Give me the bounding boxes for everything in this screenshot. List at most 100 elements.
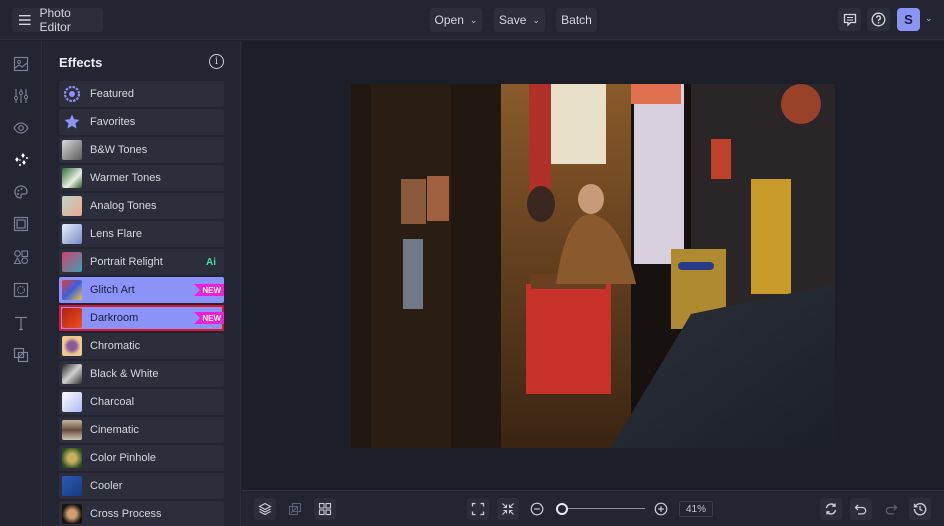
expand-icon xyxy=(471,502,485,516)
effect-item-darkroom[interactable]: Darkroom NEW xyxy=(59,305,224,331)
fit-screen-button[interactable] xyxy=(467,498,489,520)
effect-item-chromatic[interactable]: Chromatic xyxy=(59,333,224,359)
user-avatar[interactable]: S xyxy=(897,8,920,31)
rail-frames-button[interactable] xyxy=(11,214,31,234)
feedback-button[interactable] xyxy=(838,8,861,31)
rail-artsy-button[interactable] xyxy=(11,182,31,202)
frame-icon xyxy=(13,216,29,232)
photo-canvas[interactable] xyxy=(351,84,835,448)
rail-adjust-button[interactable] xyxy=(11,86,31,106)
main-menu-button[interactable]: Photo Editor xyxy=(12,6,103,34)
rail-graphics-button[interactable] xyxy=(11,247,31,267)
effect-label: Black & White xyxy=(90,368,159,380)
effect-item-black-white[interactable]: Black & White xyxy=(59,361,224,387)
panel-title: Effects xyxy=(59,55,103,70)
open-label: Open xyxy=(434,13,464,27)
hamburger-icon xyxy=(18,14,31,26)
effect-item-portrait-relight[interactable]: Portrait Relight Ai xyxy=(59,249,224,275)
palette-icon xyxy=(14,185,28,199)
grid-button[interactable] xyxy=(314,498,336,520)
effect-item-cinematic[interactable]: Cinematic xyxy=(59,417,224,443)
effect-thumbnail xyxy=(62,168,82,188)
effect-item-glitch-art[interactable]: Glitch Art NEW xyxy=(59,277,224,303)
effect-thumbnail xyxy=(62,140,82,160)
chevron-down-icon: ⌄ xyxy=(532,14,540,25)
effect-item-lens-flare[interactable]: Lens Flare xyxy=(59,221,224,247)
reset-button[interactable] xyxy=(820,498,842,520)
effect-item-featured[interactable]: Featured xyxy=(59,81,224,107)
effect-item-b-w-tones[interactable]: B&W Tones xyxy=(59,137,224,163)
overlay-icon xyxy=(13,347,29,363)
rail-image-button[interactable] xyxy=(11,54,31,74)
history-icon xyxy=(913,502,927,516)
save-label: Save xyxy=(499,13,527,27)
effect-thumbnail xyxy=(62,84,82,104)
texture-icon xyxy=(13,282,29,298)
effect-thumbnail xyxy=(62,336,82,356)
redo-button[interactable] xyxy=(880,498,902,520)
effect-item-color-pinhole[interactable]: Color Pinhole xyxy=(59,445,224,471)
compare-button[interactable] xyxy=(284,498,306,520)
rail-touchup-button[interactable] xyxy=(11,118,31,138)
open-button[interactable]: Open ⌄ xyxy=(430,8,482,32)
undo-button[interactable] xyxy=(850,498,872,520)
effect-thumbnail xyxy=(62,196,82,216)
effect-thumbnail xyxy=(62,420,82,440)
compare-icon xyxy=(288,502,302,516)
zoom-out-button[interactable] xyxy=(526,498,548,520)
effect-item-cooler[interactable]: Cooler xyxy=(59,473,224,499)
effect-thumbnail xyxy=(62,112,82,132)
effects-list: Featured Favorites B&W Tones Warmer Tones An… xyxy=(59,81,224,526)
effect-item-warmer-tones[interactable]: Warmer Tones xyxy=(59,165,224,191)
batch-button[interactable]: Batch xyxy=(556,8,597,32)
zoom-slider-track[interactable] xyxy=(562,508,645,509)
sparkle-icon xyxy=(15,153,28,166)
effect-item-cross-process[interactable]: Cross Process xyxy=(59,501,224,526)
effect-label: Cooler xyxy=(90,480,123,492)
grid-icon xyxy=(318,502,332,516)
save-button[interactable]: Save ⌄ xyxy=(494,8,545,32)
layers-button[interactable] xyxy=(254,498,276,520)
app-title: Photo Editor xyxy=(39,6,71,34)
effect-label: Featured xyxy=(90,88,135,100)
rail-textures-button[interactable] xyxy=(11,280,31,300)
zoom-in-button[interactable] xyxy=(650,498,672,520)
comment-icon xyxy=(843,13,856,27)
effect-thumbnail xyxy=(62,224,82,244)
effect-thumbnail xyxy=(62,392,82,412)
history-button[interactable] xyxy=(909,498,931,520)
help-icon xyxy=(871,12,886,27)
text-icon xyxy=(15,316,27,331)
effect-label: Favorites xyxy=(90,116,136,128)
new-badge: NEW xyxy=(194,312,224,324)
effect-thumbnail xyxy=(62,280,82,300)
rail-text-button[interactable] xyxy=(11,313,31,333)
rail-overlays-button[interactable] xyxy=(11,345,31,365)
eye-icon xyxy=(13,122,29,134)
shapes-icon xyxy=(13,250,29,265)
chevron-down-icon[interactable]: ⌄ xyxy=(925,13,933,24)
effect-item-analog-tones[interactable]: Analog Tones xyxy=(59,193,224,219)
photo-image xyxy=(351,84,835,448)
zoom-slider-handle[interactable] xyxy=(556,503,568,515)
help-button[interactable] xyxy=(867,8,890,31)
effect-label: Cinematic xyxy=(90,424,139,436)
effect-label: Lens Flare xyxy=(90,228,142,240)
effect-thumbnail xyxy=(62,476,82,496)
chevron-down-icon: ⌄ xyxy=(469,14,478,25)
tool-rail xyxy=(0,41,42,526)
zoom-level-field[interactable]: 41% xyxy=(679,501,713,517)
rail-effects-button[interactable] xyxy=(11,150,31,170)
star-icon xyxy=(64,114,80,129)
zoom-out-icon xyxy=(530,502,544,516)
info-icon[interactable]: i xyxy=(209,54,224,69)
effect-item-favorites[interactable]: Favorites xyxy=(59,109,224,135)
image-icon xyxy=(13,56,29,72)
effect-label: Glitch Art xyxy=(90,284,135,296)
effect-thumbnail xyxy=(62,308,82,328)
effect-item-charcoal[interactable]: Charcoal xyxy=(59,389,224,415)
sliders-icon xyxy=(13,89,29,103)
effects-panel: Effects i Featured Favorites B&W Tones Warm… xyxy=(43,41,241,526)
actual-size-button[interactable] xyxy=(497,498,519,520)
effect-label: Portrait Relight xyxy=(90,256,163,268)
